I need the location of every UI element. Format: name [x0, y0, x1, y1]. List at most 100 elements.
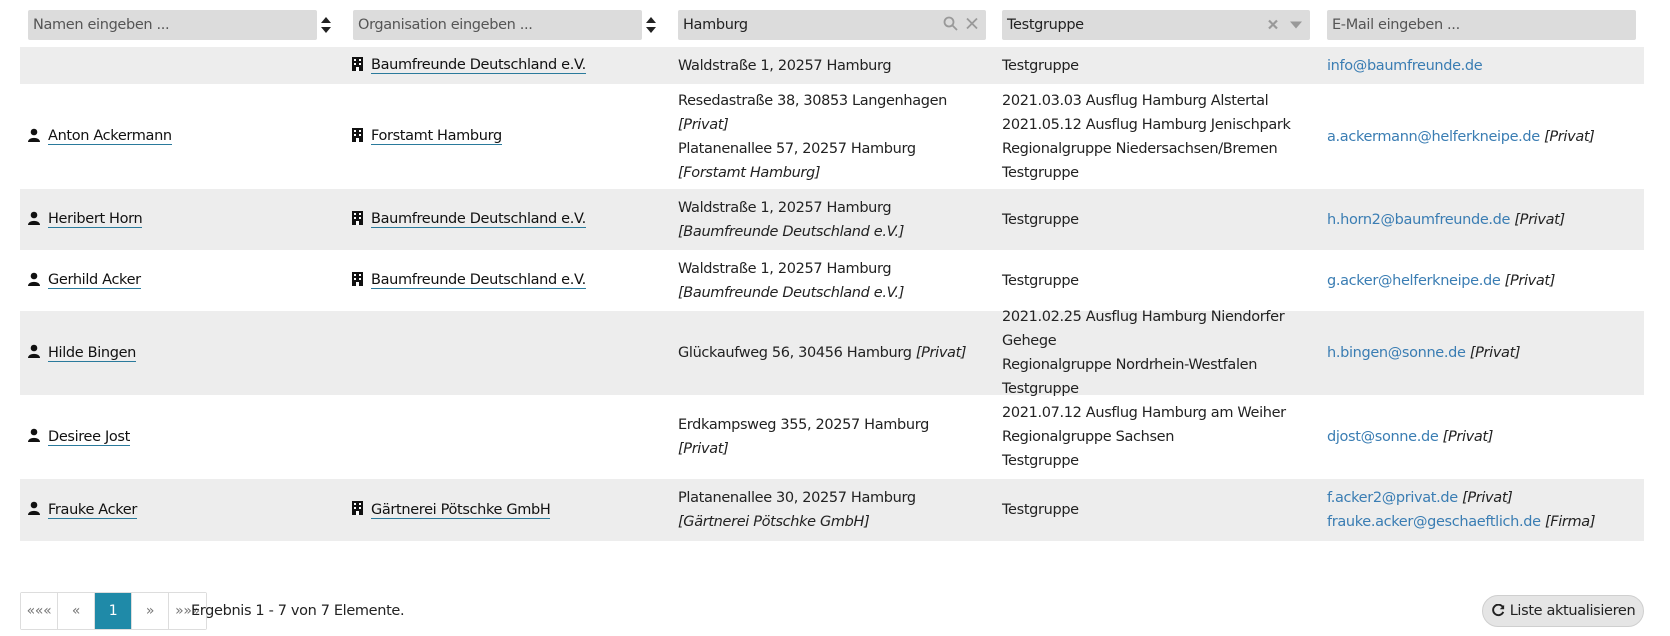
address-text: Waldstraße 1, 20257 Hamburg	[678, 199, 892, 216]
building-icon	[352, 501, 363, 519]
person-link[interactable]: Hilde Bingen	[48, 345, 136, 362]
pagination: ««« « 1 » »»»	[20, 592, 207, 630]
email-link[interactable]: info@baumfreunde.de	[1327, 58, 1483, 74]
email-link[interactable]: frauke.acker@geschaeftlich.de	[1327, 514, 1541, 530]
address-entry: Platanenallee 30, 20257 Hamburg [Gärtner…	[678, 486, 978, 534]
group-entry: 2021.03.03 Ausflug Hamburg Alstertal	[1002, 92, 1269, 109]
address-text: Platanenallee 30, 20257 Hamburg	[678, 490, 916, 506]
address-text: Glückaufweg 56, 30456 Hamburg	[678, 345, 912, 361]
organisation-link[interactable]: Forstamt Hamburg	[371, 128, 502, 145]
person-icon	[28, 501, 40, 519]
name-filter-input[interactable]: Namen eingeben ...	[28, 10, 317, 40]
email-cell: h.horn2@baumfreunde.de [Privat]	[1327, 189, 1647, 250]
table-row: Heribert Horn Baumfreunde Deutschland e.V…	[20, 189, 1644, 250]
email-link[interactable]: g.acker@helferkneipe.de	[1327, 273, 1501, 289]
email-entry: info@baumfreunde.de	[1327, 54, 1483, 78]
address-tag: [Privat]	[678, 441, 729, 457]
building-icon	[352, 271, 363, 290]
address-text: Waldstraße 1, 20257 Hamburg	[678, 260, 892, 277]
email-tag: [Privat]	[1514, 211, 1565, 228]
groups-cell: 2021.03.03 Ausflug Hamburg Alstertal 2021…	[1002, 84, 1312, 189]
search-icon[interactable]	[943, 16, 958, 34]
organisation-cell: Baumfreunde Deutschland e.V.	[352, 250, 586, 311]
person-link[interactable]: Gerhild Acker	[48, 272, 141, 289]
email-cell: info@baumfreunde.de	[1327, 47, 1647, 84]
address-tag: [Forstamt Hamburg]	[678, 164, 821, 181]
organisation-link[interactable]: Baumfreunde Deutschland e.V.	[371, 272, 586, 289]
person-icon	[28, 128, 40, 146]
address-entry: Glückaufweg 56, 30456 Hamburg [Privat]	[678, 341, 967, 365]
refresh-list-button[interactable]: Liste aktualisieren	[1482, 595, 1644, 627]
email-link[interactable]: djost@sonne.de	[1327, 429, 1439, 445]
name-cell: Desiree Jost	[28, 395, 130, 479]
email-filter-input[interactable]: E-Mail eingeben ...	[1327, 10, 1636, 40]
email-tag: [Privat]	[1544, 128, 1595, 145]
building-icon	[352, 127, 363, 146]
chevron-down-icon[interactable]	[1290, 18, 1302, 33]
table-row: Anton Ackermann Forstamt Hamburg Resedastr…	[20, 84, 1644, 189]
address-entry: Platanenallee 57, 20257 Hamburg [Forstam…	[678, 137, 978, 185]
next-page-button[interactable]: »	[132, 593, 169, 629]
person-link[interactable]: Frauke Acker	[48, 502, 137, 519]
group-entry: Testgruppe	[1002, 211, 1079, 228]
org-sort-icon[interactable]	[646, 17, 656, 33]
refresh-label: Liste aktualisieren	[1509, 603, 1636, 619]
groups-cell: 2021.02.25 Ausflug Hamburg Niendorfer Ge…	[1002, 309, 1312, 397]
groups-cell: Testgruppe	[1002, 47, 1312, 84]
email-cell: h.bingen@sonne.de [Privat]	[1327, 311, 1647, 395]
address-entry: Waldstraße 1, 20257 Hamburg [Baumfreunde…	[678, 196, 978, 244]
table-row: Hilde Bingen Glückaufweg 56, 30456 Hambur…	[20, 309, 1647, 397]
email-tag: [Privat]	[1469, 345, 1521, 361]
group-entry: Testgruppe	[1002, 272, 1079, 289]
group-filter-select[interactable]: Testgruppe	[1002, 10, 1310, 40]
address-entry: Resedastraße 38, 30853 Langenhagen [Priv…	[678, 89, 978, 137]
email-link[interactable]: f.acker2@privat.de	[1327, 490, 1458, 506]
email-link[interactable]: a.ackermann@helferkneipe.de	[1327, 129, 1540, 145]
groups-cell: Testgruppe	[1002, 189, 1312, 250]
first-page-button[interactable]: «««	[21, 593, 58, 629]
person-link[interactable]: Heribert Horn	[48, 211, 143, 228]
address-cell: Waldstraße 1, 20257 Hamburg	[678, 47, 978, 84]
address-cell: Resedastraße 38, 30853 Langenhagen [Priv…	[678, 84, 978, 189]
group-entry: Testgruppe	[1002, 453, 1079, 469]
organisation-link[interactable]: Baumfreunde Deutschland e.V.	[371, 57, 586, 74]
org-filter-input[interactable]: Organisation eingeben ...	[353, 10, 642, 40]
building-icon	[352, 56, 363, 75]
person-link[interactable]: Anton Ackermann	[48, 128, 172, 145]
organisation-cell: Baumfreunde Deutschland e.V.	[352, 47, 586, 84]
organisation-cell: Forstamt Hamburg	[352, 84, 502, 189]
page-button-current[interactable]: 1	[95, 593, 132, 629]
email-entry: f.acker2@privat.de [Privat]	[1327, 486, 1595, 510]
email-link[interactable]: h.horn2@baumfreunde.de	[1327, 212, 1510, 228]
email-link[interactable]: h.bingen@sonne.de	[1327, 345, 1466, 361]
table-row: Baumfreunde Deutschland e.V. Waldstraße 1…	[20, 47, 1644, 84]
group-entry: Testgruppe	[1002, 57, 1079, 74]
organisation-link[interactable]: Baumfreunde Deutschland e.V.	[371, 211, 586, 228]
groups-cell: Testgruppe	[1002, 479, 1312, 541]
refresh-icon	[1491, 604, 1504, 617]
address-filter-value: Hamburg	[683, 17, 748, 33]
address-filter-input[interactable]: Hamburg	[678, 10, 986, 40]
result-count: Ergebnis 1 - 7 von 7 Elemente.	[191, 603, 405, 619]
clear-icon[interactable]	[1268, 18, 1278, 33]
address-tag: [Privat]	[915, 345, 967, 361]
address-entry: Waldstraße 1, 20257 Hamburg [Baumfreunde…	[678, 257, 978, 305]
person-icon	[28, 272, 40, 290]
address-entry: Waldstraße 1, 20257 Hamburg	[678, 54, 892, 78]
email-tag: [Privat]	[1462, 490, 1513, 506]
address-tag: [Privat]	[678, 116, 729, 133]
email-filter-placeholder: E-Mail eingeben ...	[1332, 17, 1460, 33]
address-tag: [Baumfreunde Deutschland e.V.]	[678, 284, 905, 301]
prev-page-button[interactable]: «	[58, 593, 95, 629]
organisation-cell: Gärtnerei Pötschke GmbH	[352, 479, 551, 541]
group-entry: Regionalgruppe Nordrhein-Westfalen	[1002, 357, 1258, 373]
clear-icon[interactable]	[966, 17, 978, 33]
name-sort-icon[interactable]	[321, 17, 331, 33]
group-entry: Regionalgruppe Sachsen	[1002, 429, 1175, 445]
person-link[interactable]: Desiree Jost	[48, 429, 130, 446]
email-tag: [Privat]	[1504, 272, 1556, 289]
table-row: Gerhild Acker Baumfreunde Deutschland e.V…	[20, 250, 1644, 311]
group-filter-value: Testgruppe	[1007, 17, 1084, 33]
organisation-link[interactable]: Gärtnerei Pötschke GmbH	[371, 502, 551, 519]
name-cell: Heribert Horn	[28, 189, 143, 250]
